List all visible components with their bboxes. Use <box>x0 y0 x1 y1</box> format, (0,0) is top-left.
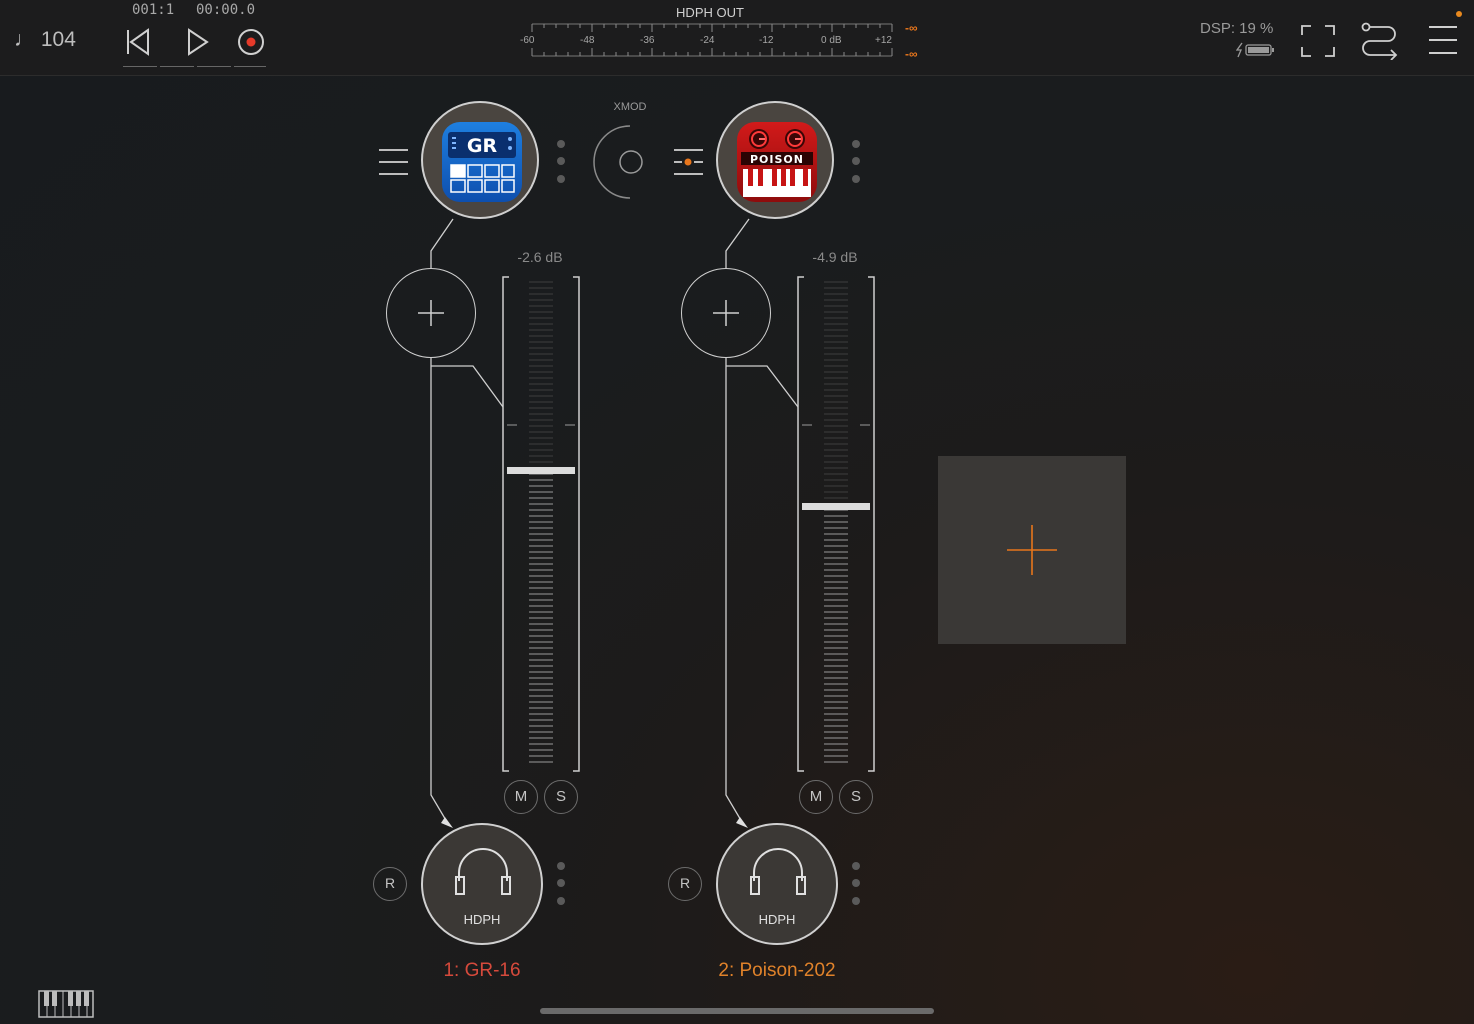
poison-app-icon: POISON <box>737 122 817 202</box>
channel-menu-icon[interactable] <box>378 147 410 177</box>
plugin-slot-gr16[interactable]: GR <box>421 101 539 219</box>
gr16-app-icon: GR <box>442 122 522 202</box>
plugin-page-dot <box>557 175 565 183</box>
record-arm-button[interactable]: R <box>373 867 407 901</box>
fader-handle[interactable] <box>507 467 575 474</box>
mute-button[interactable]: M <box>504 780 538 814</box>
output-page-dot <box>557 879 565 887</box>
headphones-icon <box>455 848 511 895</box>
channel-menu-icon[interactable] <box>673 147 705 177</box>
volume-readout: -4.9 dB <box>812 249 858 265</box>
svg-text:GR: GR <box>467 135 498 157</box>
record-arm-button[interactable]: R <box>668 867 702 901</box>
plugin-page-dot <box>557 140 565 148</box>
plugin-page-dot <box>852 157 860 165</box>
output-page-dot <box>852 879 860 887</box>
xmod-label: XMOD <box>613 101 647 113</box>
solo-button[interactable]: S <box>544 780 578 814</box>
destination-headphones[interactable]: HDPH <box>421 823 543 945</box>
output-page-dot <box>557 862 565 870</box>
add-effect-button[interactable] <box>386 268 476 358</box>
destination-label: HDPH <box>463 912 501 927</box>
add-effect-button[interactable] <box>681 268 771 358</box>
channel-name[interactable]: 2: Poison-202 <box>667 960 887 982</box>
plus-icon <box>418 300 444 326</box>
keyboard-icon[interactable] <box>38 990 94 1018</box>
plus-icon <box>1007 525 1057 575</box>
xmod-knob[interactable] <box>592 122 652 202</box>
volume-fader[interactable] <box>795 274 877 774</box>
destination-headphones[interactable]: HDPH <box>716 823 838 945</box>
channel-name[interactable]: 1: GR-16 <box>372 960 592 982</box>
plugin-page-dot <box>852 175 860 183</box>
volume-fader[interactable] <box>500 274 582 774</box>
mute-button[interactable]: M <box>799 780 833 814</box>
plugin-slot-poison[interactable]: POISON <box>716 101 834 219</box>
plugin-page-dot <box>557 157 565 165</box>
output-page-dot <box>852 897 860 905</box>
output-page-dot <box>852 862 860 870</box>
add-channel-button[interactable] <box>938 456 1126 644</box>
headphones-icon <box>750 848 806 895</box>
solo-button[interactable]: S <box>839 780 873 814</box>
plus-icon <box>713 300 739 326</box>
home-indicator <box>540 1008 934 1014</box>
volume-readout: -2.6 dB <box>517 249 563 265</box>
svg-text:POISON: POISON <box>750 153 804 166</box>
destination-label: HDPH <box>758 912 796 927</box>
fader-handle[interactable] <box>802 503 870 510</box>
output-page-dot <box>557 897 565 905</box>
plugin-page-dot <box>852 140 860 148</box>
